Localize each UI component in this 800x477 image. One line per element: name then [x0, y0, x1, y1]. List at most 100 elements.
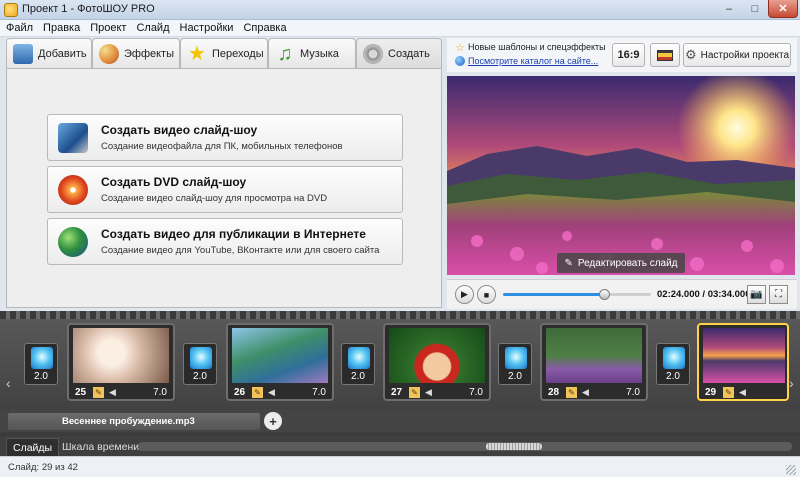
horizontal-scrollbar[interactable]: [138, 442, 792, 451]
sound-icon[interactable]: ◀: [266, 387, 277, 398]
menu-settings[interactable]: Настройки: [180, 22, 234, 34]
menu-slide[interactable]: Слайд: [136, 22, 169, 34]
create-video-title: Создать видео слайд-шоу: [101, 123, 258, 137]
menu-help[interactable]: Справка: [243, 22, 286, 34]
playback-progress[interactable]: [503, 289, 651, 300]
edit-slide-label: Редактировать слайд: [577, 257, 678, 269]
menu-project[interactable]: Проект: [90, 22, 126, 34]
scroll-left-arrow[interactable]: ‹: [6, 375, 11, 391]
progress-fill: [503, 293, 606, 296]
tab-add[interactable]: Добавить: [6, 38, 92, 68]
film-reel-icon: [363, 43, 383, 64]
create-web-button[interactable]: Создать видео для публикации в Интернете…: [47, 218, 403, 265]
sound-icon[interactable]: ◀: [580, 387, 591, 398]
transition-icon: [31, 347, 53, 369]
edit-slide-icon[interactable]: ✎: [723, 387, 734, 398]
create-dvd-button[interactable]: Создать DVD слайд-шоу Создание видео сла…: [47, 166, 403, 213]
tab-create[interactable]: Создать: [356, 38, 442, 68]
palette-icon: [99, 43, 119, 64]
fullscreen-button[interactable]: ⛶: [769, 285, 788, 304]
expand-icon: ⛶: [775, 289, 782, 300]
transition[interactable]: 2.0: [656, 343, 690, 385]
edit-slide-icon[interactable]: ✎: [93, 387, 104, 398]
slide-thumbnail-selected[interactable]: 29 ✎ ◀: [697, 323, 789, 401]
status-bar: Слайд: 29 из 42: [0, 456, 800, 477]
slide-thumbnail[interactable]: 25 ✎ ◀ 7.0: [67, 323, 175, 401]
transition[interactable]: 2.0: [498, 343, 532, 385]
audio-track: Весеннее пробуждение.mp3 +: [0, 410, 800, 432]
slide-preview: ✎ Редактировать слайд: [447, 76, 795, 275]
audio-clip[interactable]: Весеннее пробуждение.mp3: [8, 413, 260, 430]
video-device-icon: [58, 123, 88, 153]
minimize-button[interactable]: –: [716, 0, 742, 18]
project-settings-button[interactable]: ⚙ Настройки проекта: [683, 43, 791, 67]
transition[interactable]: 2.0: [183, 343, 217, 385]
transition-duration: 2.0: [34, 371, 48, 382]
aspect-ratio-button[interactable]: 16:9: [612, 43, 645, 67]
catalog-link[interactable]: Посмотрите каталог на сайте...: [468, 56, 598, 66]
transition-duration: 2.0: [351, 371, 365, 382]
scrollbar-thumb[interactable]: [486, 443, 542, 450]
slide-number: 25: [75, 387, 87, 398]
slide-number: 27: [391, 387, 403, 398]
edit-slide-icon[interactable]: ✎: [252, 387, 263, 398]
create-video-button[interactable]: Создать видео слайд-шоу Создание видеофа…: [47, 114, 403, 161]
slide-image: [73, 328, 169, 383]
tab-music[interactable]: ♫ Музыка: [268, 38, 356, 68]
gear-icon: ⚙: [684, 47, 697, 62]
create-dvd-subtitle: Создание видео слайд-шоу для просмотра н…: [101, 193, 328, 204]
menu-bar: Файл Правка Проект Слайд Настройки Справ…: [0, 20, 800, 37]
close-button[interactable]: ✕: [768, 0, 798, 18]
preview-header: ☆ Новые шаблоны и спецэффекты Посмотрите…: [447, 38, 797, 72]
pencil-icon: ✎: [564, 257, 573, 269]
snapshot-button[interactable]: 📷: [747, 285, 766, 304]
tab-transitions[interactable]: ★ Переходы: [180, 38, 268, 68]
globe-icon: [58, 227, 88, 257]
slide-thumbnail[interactable]: 28 ✎ ◀ 7.0: [540, 323, 648, 401]
add-audio-button[interactable]: +: [264, 412, 282, 430]
tab-effects[interactable]: Эффекты: [92, 38, 180, 68]
sound-icon[interactable]: ◀: [737, 387, 748, 398]
edit-slide-button[interactable]: ✎ Редактировать слайд: [557, 253, 685, 273]
view-switcher: Слайды Шкала времени: [0, 436, 800, 456]
sound-icon[interactable]: ◀: [423, 387, 434, 398]
progress-knob[interactable]: [599, 289, 611, 300]
menu-edit[interactable]: Правка: [43, 22, 80, 34]
play-button[interactable]: ▶: [455, 285, 474, 304]
sound-icon[interactable]: ◀: [107, 387, 118, 398]
maximize-button[interactable]: □: [742, 0, 768, 18]
edit-slide-icon[interactable]: ✎: [566, 387, 577, 398]
transition-duration: 2.0: [508, 371, 522, 382]
stop-button[interactable]: ■: [477, 285, 496, 304]
slide-image: [546, 328, 642, 383]
transition-icon: [663, 347, 685, 369]
slide-thumbnail[interactable]: 26 ✎ ◀ 7.0: [226, 323, 334, 401]
transition[interactable]: 2.0: [24, 343, 58, 385]
transition-icon: [190, 347, 212, 369]
time-readout: 02:24.000 / 03:34.000: [657, 289, 751, 300]
scroll-right-arrow[interactable]: ›: [789, 375, 794, 391]
player-controls: ▶ ■ 02:24.000 / 03:34.000 📷 ⛶: [447, 279, 797, 309]
status-text: Слайд: 29 из 42: [8, 462, 78, 473]
dvd-disc-icon: [58, 175, 88, 205]
slide-thumbnail[interactable]: 27 ✎ ◀ 7.0: [383, 323, 491, 401]
menu-file[interactable]: Файл: [6, 22, 33, 34]
slide-duration: 7.0: [153, 387, 167, 398]
create-video-subtitle: Создание видеофайла для ПК, мобильных те…: [101, 141, 343, 152]
edit-slide-icon[interactable]: ✎: [409, 387, 420, 398]
tab-effects-label: Эффекты: [124, 47, 175, 60]
slide-image: [389, 328, 485, 383]
main-tabs: Добавить Эффекты ★ Переходы ♫ Музыка Соз…: [6, 38, 442, 68]
resize-grip[interactable]: [786, 465, 796, 475]
slide-duration: 7.0: [626, 387, 640, 398]
transition[interactable]: 2.0: [341, 343, 375, 385]
star-icon: ★: [188, 42, 206, 65]
slide-duration: 7.0: [312, 387, 326, 398]
transition-duration: 2.0: [666, 371, 680, 382]
tab-create-label: Создать: [388, 47, 430, 60]
tab-music-label: Музыка: [300, 47, 339, 60]
landscape-icon: [657, 49, 673, 61]
background-image-button[interactable]: [650, 43, 680, 67]
tab-slides[interactable]: Слайды: [6, 438, 60, 456]
tab-timeline[interactable]: Шкала времени: [56, 438, 145, 456]
